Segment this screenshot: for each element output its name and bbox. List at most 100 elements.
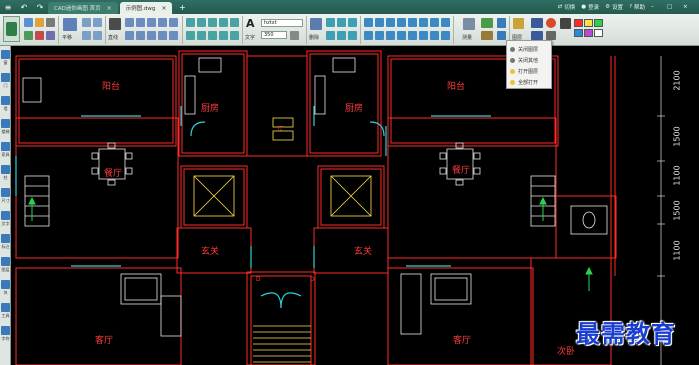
linetype-icon[interactable] bbox=[531, 18, 543, 28]
undo-edit-icon[interactable] bbox=[326, 18, 335, 27]
batch-icon[interactable] bbox=[497, 31, 506, 40]
switch-button[interactable]: ⇄ 切换 bbox=[558, 3, 576, 11]
layout-icon[interactable] bbox=[441, 31, 450, 40]
close-icon[interactable]: × bbox=[161, 5, 166, 12]
move-icon[interactable] bbox=[186, 18, 195, 27]
block-icon[interactable] bbox=[158, 31, 167, 40]
color-swatch-red[interactable] bbox=[574, 19, 583, 27]
undo-icon[interactable]: ↶ bbox=[16, 0, 32, 14]
arc-icon[interactable] bbox=[147, 18, 156, 27]
symbol-tool-icon[interactable] bbox=[1, 326, 10, 335]
dim-arc-icon[interactable] bbox=[419, 18, 428, 27]
print-preview-icon[interactable] bbox=[497, 18, 506, 28]
dim-radius-icon[interactable] bbox=[397, 18, 406, 27]
color-swatch-blue[interactable] bbox=[574, 29, 583, 37]
close-icon[interactable]: × bbox=[107, 5, 112, 12]
layer-icon[interactable] bbox=[513, 18, 524, 29]
dim-ordinate-icon[interactable] bbox=[386, 31, 395, 40]
dim-baseline-icon[interactable] bbox=[364, 31, 373, 40]
area-icon[interactable] bbox=[397, 31, 406, 40]
measure-icon[interactable] bbox=[463, 18, 475, 30]
font-size-select[interactable]: 350 bbox=[261, 31, 287, 39]
text-tool-icon[interactable] bbox=[1, 211, 10, 220]
saveas-icon[interactable] bbox=[46, 18, 55, 27]
circle-icon[interactable] bbox=[136, 18, 145, 27]
lineweight-icon[interactable] bbox=[531, 31, 543, 40]
polyline-icon[interactable] bbox=[125, 18, 134, 27]
dim-linear-icon[interactable] bbox=[364, 18, 373, 27]
background-color-icon[interactable] bbox=[560, 18, 571, 29]
dim-diameter-icon[interactable] bbox=[408, 18, 417, 27]
maximize-button[interactable]: □ bbox=[667, 4, 677, 10]
dim-aligned-icon[interactable] bbox=[375, 18, 384, 27]
login-button[interactable]: ● 登录 bbox=[581, 3, 599, 11]
bold-icon[interactable] bbox=[290, 31, 299, 40]
compare-icon[interactable] bbox=[430, 31, 439, 40]
annotate-tool-icon[interactable] bbox=[1, 234, 10, 243]
coordinate-icon[interactable] bbox=[419, 31, 428, 40]
join-icon[interactable] bbox=[348, 31, 357, 40]
dim-angle-icon[interactable] bbox=[386, 18, 395, 27]
door-tool-icon[interactable] bbox=[1, 73, 10, 82]
color-swatch-purple[interactable] bbox=[584, 29, 593, 37]
zoom-in-icon[interactable] bbox=[82, 18, 91, 27]
offset-icon[interactable] bbox=[186, 31, 195, 40]
break-icon[interactable] bbox=[337, 31, 346, 40]
save-icon[interactable] bbox=[35, 18, 44, 27]
window-tool-icon[interactable] bbox=[1, 50, 10, 59]
tab-home[interactable]: CAD迷你画图 首页 × bbox=[48, 2, 118, 14]
menu-item-open-all[interactable]: 全部打开 bbox=[507, 77, 551, 88]
wall-tool-icon[interactable] bbox=[1, 96, 10, 105]
color-wheel-icon[interactable] bbox=[546, 18, 556, 28]
rectangle-icon[interactable] bbox=[158, 18, 167, 27]
export-icon[interactable] bbox=[24, 31, 33, 40]
spline-icon[interactable] bbox=[125, 31, 134, 40]
furniture-tool-icon[interactable] bbox=[1, 142, 10, 151]
color-swatch-green[interactable] bbox=[594, 19, 603, 27]
line-icon[interactable] bbox=[109, 18, 121, 30]
point-icon[interactable] bbox=[147, 31, 156, 40]
zoom-extents-icon[interactable] bbox=[93, 31, 102, 40]
color-swatch-white[interactable] bbox=[594, 29, 603, 37]
menu-item-close-layer[interactable]: 关闭图层 bbox=[507, 44, 551, 55]
menu-item-open-layer[interactable]: 打开图层 bbox=[507, 66, 551, 77]
hatch-icon[interactable] bbox=[136, 31, 145, 40]
properties-icon[interactable] bbox=[546, 31, 556, 40]
copy-icon[interactable] bbox=[197, 18, 206, 27]
cloud-icon[interactable] bbox=[169, 31, 178, 40]
print-icon[interactable] bbox=[35, 31, 44, 40]
settings-button[interactable]: ⚙ 设置 bbox=[605, 3, 623, 11]
table-icon[interactable] bbox=[441, 18, 450, 27]
tools-icon[interactable] bbox=[1, 303, 10, 312]
block-tool-icon[interactable] bbox=[1, 280, 10, 289]
fillet-icon[interactable] bbox=[219, 31, 228, 40]
zoom-out-icon[interactable] bbox=[93, 18, 102, 27]
ellipse-icon[interactable] bbox=[169, 18, 178, 27]
mark-icon[interactable] bbox=[481, 18, 493, 28]
redo-edit-icon[interactable] bbox=[337, 18, 346, 27]
array-icon[interactable] bbox=[230, 31, 239, 40]
minimize-button[interactable]: – bbox=[651, 4, 661, 10]
text-icon[interactable]: A bbox=[246, 18, 256, 30]
leader-icon[interactable] bbox=[430, 18, 439, 27]
trim-icon[interactable] bbox=[197, 31, 206, 40]
open-file-icon[interactable] bbox=[24, 18, 33, 27]
rotate-icon[interactable] bbox=[208, 18, 217, 27]
notes-icon[interactable] bbox=[481, 31, 493, 40]
dimension-tool-icon[interactable] bbox=[1, 188, 10, 197]
close-window-button[interactable]: × bbox=[683, 4, 693, 10]
scale-icon[interactable] bbox=[230, 18, 239, 27]
pan-icon[interactable] bbox=[63, 18, 77, 31]
new-tab-icon[interactable]: + bbox=[174, 0, 190, 14]
redo-icon[interactable]: ↷ bbox=[32, 0, 48, 14]
delete-icon[interactable] bbox=[310, 18, 322, 30]
font-name-select[interactable]: hztxt bbox=[261, 19, 303, 27]
zoom-window-icon[interactable] bbox=[82, 31, 91, 40]
mirror-icon[interactable] bbox=[219, 18, 228, 27]
menu-item-close-others[interactable]: 关闭其他 bbox=[507, 55, 551, 66]
help-button[interactable]: ? 帮助 bbox=[629, 3, 645, 11]
tab-drawing[interactable]: 示例图.dwg × bbox=[119, 2, 173, 14]
distance-icon[interactable] bbox=[408, 31, 417, 40]
share-icon[interactable] bbox=[46, 31, 55, 40]
extend-icon[interactable] bbox=[208, 31, 217, 40]
